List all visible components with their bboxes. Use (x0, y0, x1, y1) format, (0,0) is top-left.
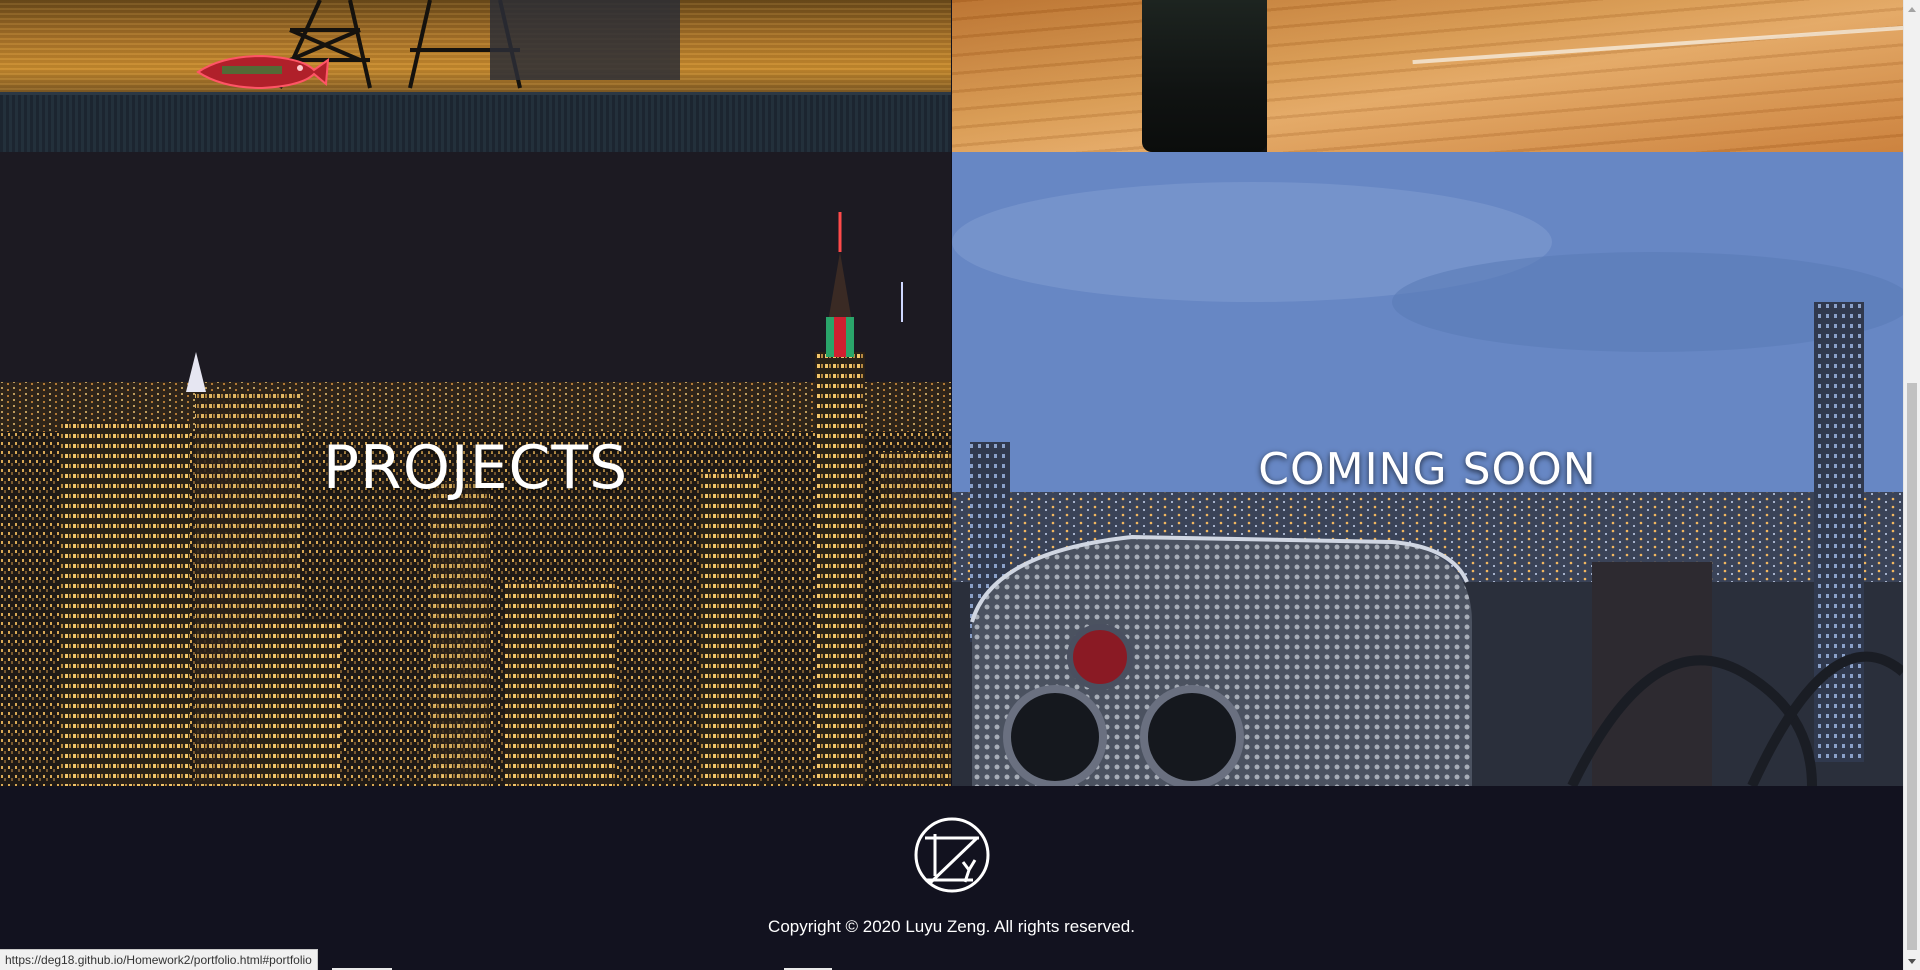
zly-monogram-logo-icon[interactable] (913, 816, 991, 894)
page: PROJECTS COMING SOON Copyright © 2020 Lu… (0, 0, 1903, 970)
scroll-up-arrow-icon[interactable] (1904, 0, 1920, 17)
copyright-text: Copyright © 2020 Luyu Zeng. All rights r… (768, 917, 1135, 936)
scrollbar-thumb[interactable] (1907, 383, 1917, 950)
fish-market-neon-sign-icon (196, 54, 330, 90)
vertical-scrollbar[interactable] (1903, 0, 1920, 970)
scroll-down-arrow-icon[interactable] (1904, 953, 1920, 970)
court-floorboards (952, 0, 1903, 152)
tile-basketball-court-photo[interactable] (952, 0, 1903, 152)
link-status-bar: https://deg18.github.io/Homework2/portfo… (0, 949, 318, 970)
player-silhouette (1142, 0, 1267, 152)
pier-roof (0, 92, 951, 152)
tile-fish-market-photo[interactable] (0, 0, 951, 152)
tile-coming-soon[interactable]: COMING SOON (952, 152, 1903, 786)
tile-projects[interactable]: PROJECTS (0, 152, 951, 786)
footer: Copyright © 2020 Luyu Zeng. All rights r… (0, 786, 1903, 970)
projects-label[interactable]: PROJECTS (0, 433, 951, 503)
coming-soon-label[interactable]: COMING SOON (952, 444, 1903, 495)
